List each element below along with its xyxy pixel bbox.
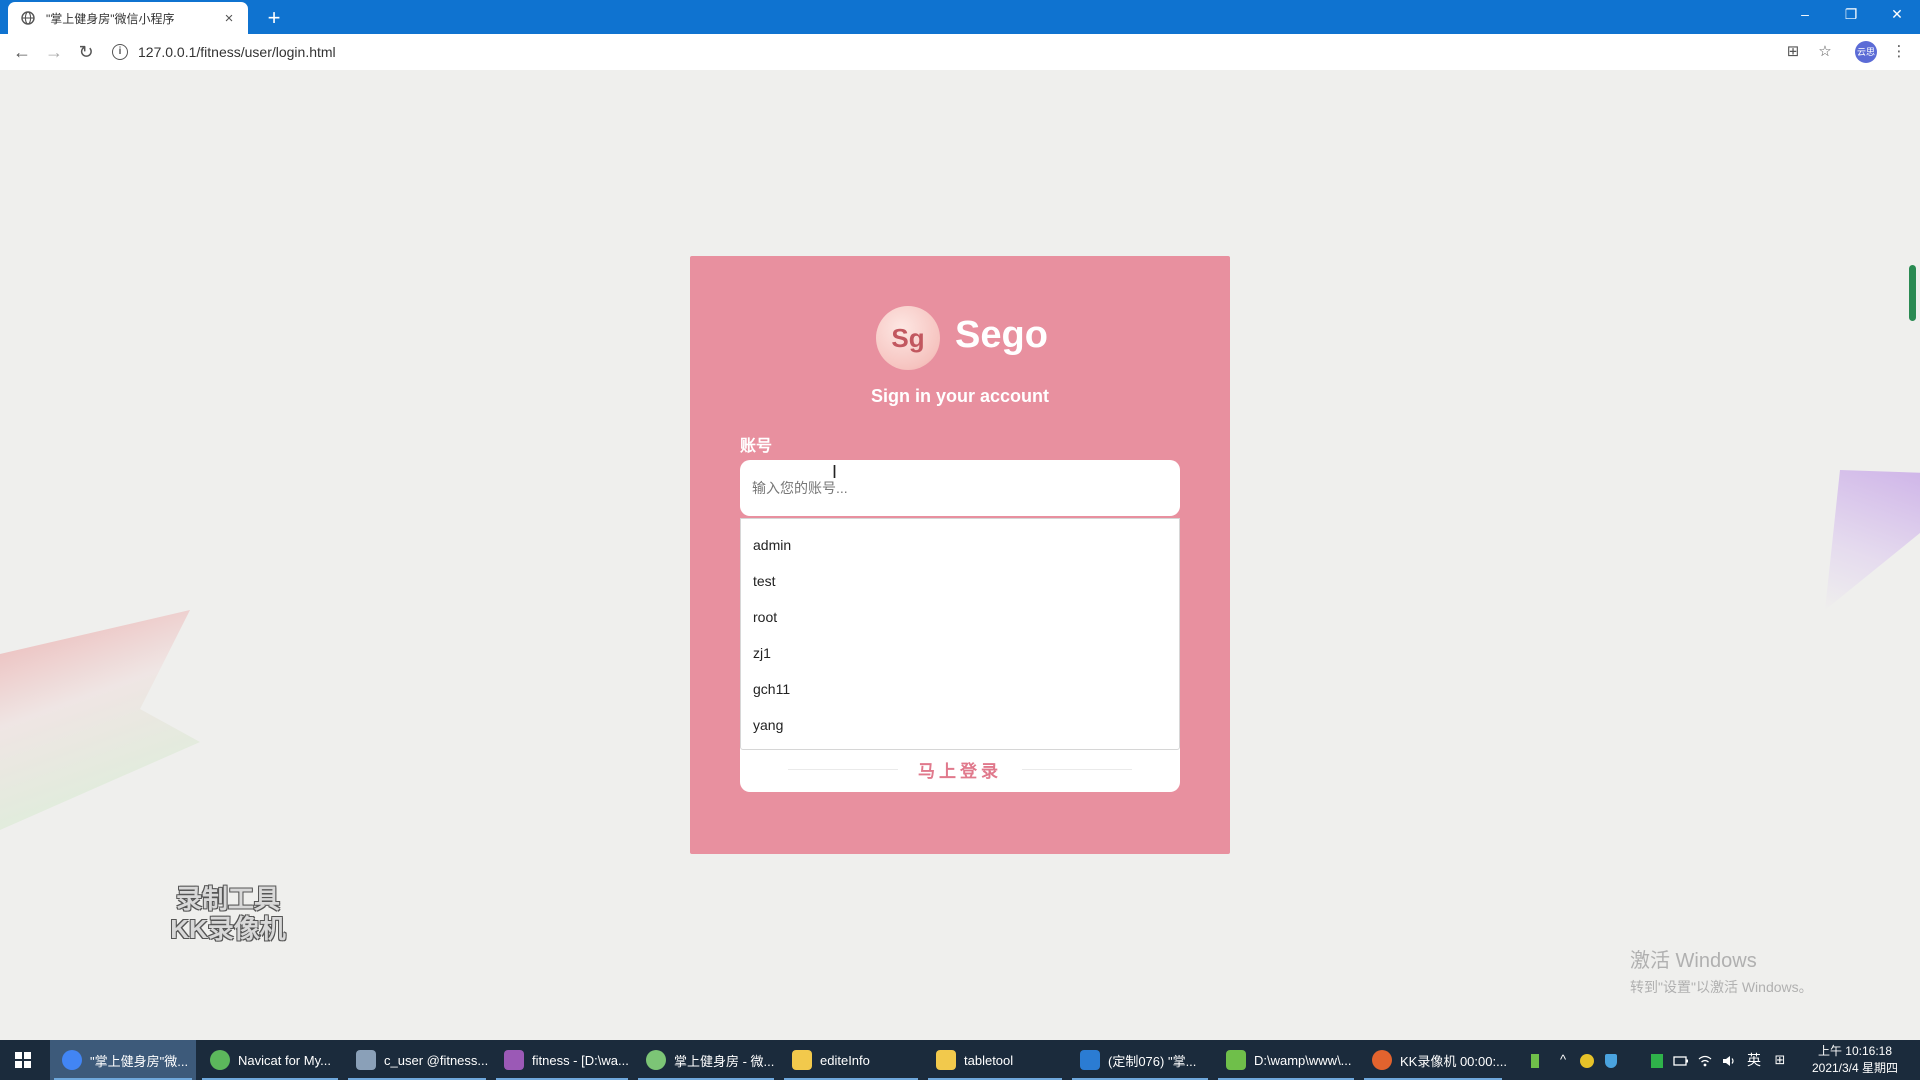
autocomplete-option[interactable]: admin — [741, 527, 1179, 563]
taskbar-item-notepad[interactable]: D:\wamp\www\... — [1214, 1040, 1358, 1080]
keyboard-icon[interactable]: ⊞ — [1770, 1040, 1790, 1080]
ime-indicator[interactable]: 英 — [1744, 1040, 1764, 1080]
taskbar-item-label: Navicat for My... — [238, 1052, 331, 1068]
login-subtitle: Sign in your account — [870, 386, 1049, 406]
taskbar-item-tabletool[interactable]: tabletool — [924, 1040, 1066, 1080]
back-button[interactable]: ← — [10, 41, 34, 63]
tray-expand-icon[interactable]: ^ — [1554, 1040, 1572, 1080]
account-input[interactable]: 输入您的账号... — [740, 460, 1180, 516]
tray-green-app-icon[interactable] — [1648, 1040, 1666, 1080]
activate-title: 激活 Windows — [1630, 950, 1757, 972]
folder-icon — [792, 1050, 812, 1070]
recorder-watermark: 录制工具 KK录像机 — [158, 884, 298, 944]
kk-recorder-icon — [1372, 1050, 1392, 1070]
autocomplete-option[interactable]: root — [741, 599, 1179, 635]
taskbar-item-label: editeInfo — [820, 1052, 870, 1068]
page-viewport: Sg Sego Sign in your account 账号 输入您的账号..… — [0, 70, 1920, 1040]
autocomplete-option[interactable]: test — [741, 563, 1179, 599]
browser-tab[interactable]: "掌上健身房"微信小程序 × — [8, 2, 248, 34]
chrome-icon — [62, 1050, 82, 1070]
close-tab-icon[interactable]: × — [220, 10, 238, 27]
new-tab-button[interactable]: + — [260, 4, 288, 32]
address-bar[interactable]: i 127.0.0.1/fitness/user/login.html — [112, 39, 1772, 65]
clock-date: 2021/3/4 星期四 — [1811, 1061, 1899, 1075]
taskbar: "掌上健身房"微... Navicat for My... c_user @fi… — [0, 1040, 1920, 1080]
taskbar-item-label: "掌上健身房"微... — [90, 1053, 189, 1069]
autocomplete-option[interactable]: zj1 — [741, 635, 1179, 671]
taskbar-item-c-user[interactable]: c_user @fitness... — [344, 1040, 490, 1080]
divider — [788, 768, 898, 770]
start-button[interactable] — [0, 1040, 46, 1080]
tab-title: "掌上健身房"微信小程序 — [46, 11, 175, 26]
login-button[interactable]: 马上登录 — [740, 746, 1180, 792]
windows-logo-icon — [15, 1052, 31, 1068]
tray-shield-icon[interactable] — [1602, 1040, 1620, 1080]
globe-icon — [20, 10, 36, 26]
taskbar-item-label: KK录像机 00:00:... — [1400, 1053, 1506, 1069]
taskbar-item-navicat[interactable]: Navicat for My... — [198, 1040, 342, 1080]
network-icon[interactable] — [1696, 1040, 1714, 1080]
volume-icon[interactable] — [1720, 1040, 1738, 1080]
browser-toolbar: ← → ↻ i 127.0.0.1/fitness/user/login.htm… — [0, 34, 1920, 71]
scrollbar-thumb[interactable] — [1909, 265, 1916, 321]
taskbar-item-wechat-devtools[interactable]: 掌上健身房 - 微... — [634, 1040, 778, 1080]
info-icon[interactable]: i — [112, 44, 128, 60]
browser-menu-icon[interactable]: ⋮ — [1888, 41, 1910, 63]
brand-name: Sego — [955, 314, 1048, 356]
text-cursor-icon: I — [832, 462, 838, 482]
folder-icon — [936, 1050, 956, 1070]
taskbar-item-label: D:\wamp\www\... — [1254, 1052, 1352, 1068]
wechat-devtools-icon — [646, 1050, 666, 1070]
autocomplete-option[interactable]: gch11 — [741, 671, 1179, 707]
battery-icon[interactable] — [1672, 1040, 1690, 1080]
autocomplete-option[interactable]: yang — [741, 707, 1179, 743]
profile-avatar[interactable]: 云思 — [1855, 41, 1877, 63]
reload-button[interactable]: ↻ — [74, 41, 98, 63]
taskbar-item-label: (定制076) "掌... — [1108, 1053, 1197, 1069]
url-text: 127.0.0.1/fitness/user/login.html — [138, 44, 336, 60]
decorative-shape-right — [1825, 470, 1920, 610]
taskbar-item-chrome[interactable]: "掌上健身房"微... — [50, 1040, 196, 1080]
activate-windows-notice: 激活 Windows 转到"设置"以激活 Windows。 — [1630, 944, 1813, 997]
navicat-icon — [210, 1050, 230, 1070]
divider — [1022, 768, 1132, 770]
database-table-icon — [356, 1050, 376, 1070]
browser-titlebar: "掌上健身房"微信小程序 × + – ❐ ✕ — [0, 0, 1920, 34]
taskbar-item-editeinfo[interactable]: editeInfo — [780, 1040, 922, 1080]
taskbar-item-word-doc[interactable]: (定制076) "掌... — [1068, 1040, 1212, 1080]
taskbar-item-label: fitness - [D:\wa... — [532, 1052, 629, 1068]
login-card: Sg Sego Sign in your account 账号 输入您的账号..… — [690, 256, 1230, 854]
activate-hint: 转到"设置"以激活 Windows。 — [1630, 979, 1813, 995]
taskbar-item-label: c_user @fitness... — [384, 1052, 489, 1068]
taskbar-clock[interactable]: 上午 10:16:18 2021/3/4 星期四 — [1800, 1043, 1910, 1077]
taskbar-item-kk-recorder[interactable]: KK录像机 00:00:... — [1360, 1040, 1506, 1080]
close-window-button[interactable]: ✕ — [1874, 0, 1920, 30]
recorder-watermark-line2: KK录像机 — [170, 914, 286, 944]
phpstorm-icon — [504, 1050, 524, 1070]
brand-logo: Sg — [876, 306, 940, 370]
minimize-button[interactable]: – — [1782, 0, 1828, 30]
decorative-shape-left — [0, 610, 200, 830]
restore-button[interactable]: ❐ — [1828, 0, 1874, 30]
recorder-watermark-line1: 录制工具 — [175, 884, 280, 914]
bookmark-star-icon[interactable]: ☆ — [1814, 41, 1836, 63]
account-label: 账号 — [740, 438, 773, 455]
autocomplete-dropdown: admin test root zj1 gch11 yang — [740, 518, 1180, 750]
tray-app-icon[interactable] — [1526, 1040, 1544, 1080]
forward-button[interactable]: → — [42, 41, 66, 63]
taskbar-item-label: tabletool — [964, 1052, 1014, 1068]
notepad-icon — [1226, 1050, 1246, 1070]
login-button-label: 马上登录 — [918, 761, 1002, 781]
translate-icon[interactable]: ⊞ — [1782, 41, 1804, 63]
taskbar-item-label: 掌上健身房 - 微... — [674, 1053, 775, 1069]
tray-yellow-app-icon[interactable] — [1578, 1040, 1596, 1080]
taskbar-item-phpstorm[interactable]: fitness - [D:\wa... — [492, 1040, 632, 1080]
word-icon — [1080, 1050, 1100, 1070]
clock-time: 上午 10:16:18 — [1817, 1044, 1893, 1058]
